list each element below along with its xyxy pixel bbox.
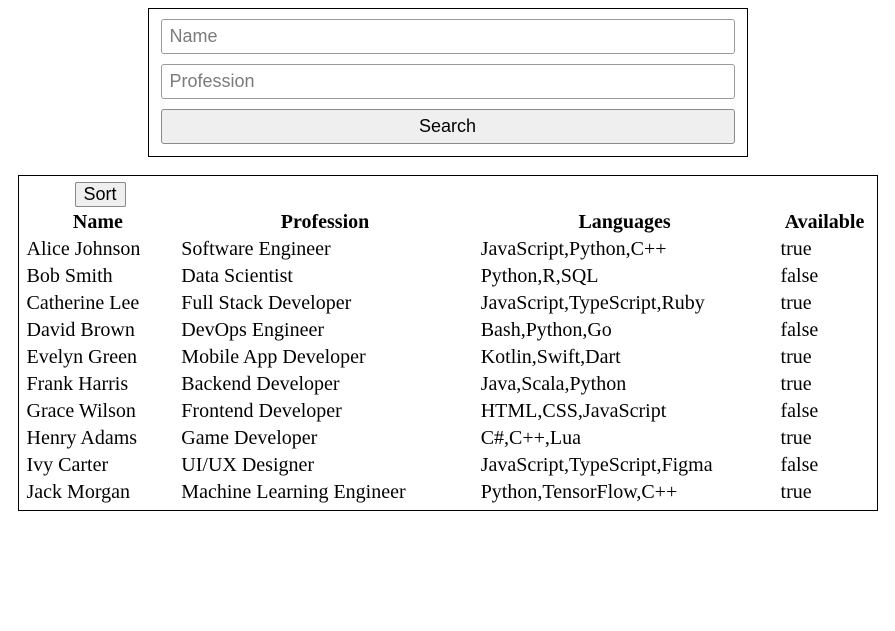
name-input[interactable] <box>161 19 735 54</box>
header-profession: Profession <box>175 209 474 236</box>
table-row: Frank HarrisBackend DeveloperJava,Scala,… <box>21 371 875 398</box>
cell-available: true <box>775 236 875 263</box>
table-row: Alice JohnsonSoftware EngineerJavaScript… <box>21 236 875 263</box>
cell-languages: JavaScript,TypeScript,Ruby <box>475 290 775 317</box>
cell-available: false <box>775 452 875 479</box>
cell-available: false <box>775 398 875 425</box>
table-row: Evelyn GreenMobile App DeveloperKotlin,S… <box>21 344 875 371</box>
cell-profession: DevOps Engineer <box>175 317 474 344</box>
cell-name: Alice Johnson <box>21 236 176 263</box>
cell-name: Henry Adams <box>21 425 176 452</box>
cell-name: Grace Wilson <box>21 398 176 425</box>
table-row: David BrownDevOps EngineerBash,Python,Go… <box>21 317 875 344</box>
cell-name: Bob Smith <box>21 263 176 290</box>
cell-available: true <box>775 425 875 452</box>
cell-languages: JavaScript,Python,C++ <box>475 236 775 263</box>
header-name: Name <box>21 209 176 236</box>
cell-languages: Kotlin,Swift,Dart <box>475 344 775 371</box>
cell-name: Evelyn Green <box>21 344 176 371</box>
table-row: Jack MorganMachine Learning EngineerPyth… <box>21 479 875 506</box>
cell-available: true <box>775 344 875 371</box>
cell-name: Catherine Lee <box>21 290 176 317</box>
cell-name: Ivy Carter <box>21 452 176 479</box>
results-table: Name Profession Languages Available Alic… <box>21 209 875 506</box>
table-row: Henry AdamsGame DeveloperC#,C++,Luatrue <box>21 425 875 452</box>
cell-name: David Brown <box>21 317 176 344</box>
cell-languages: HTML,CSS,JavaScript <box>475 398 775 425</box>
cell-languages: Bash,Python,Go <box>475 317 775 344</box>
cell-profession: Frontend Developer <box>175 398 474 425</box>
search-button[interactable]: Search <box>161 109 735 144</box>
cell-profession: Mobile App Developer <box>175 344 474 371</box>
cell-profession: Full Stack Developer <box>175 290 474 317</box>
cell-profession: Machine Learning Engineer <box>175 479 474 506</box>
table-row: Grace WilsonFrontend DeveloperHTML,CSS,J… <box>21 398 875 425</box>
results-panel: Sort Name Profession Languages Available… <box>18 175 878 511</box>
cell-languages: Java,Scala,Python <box>475 371 775 398</box>
cell-languages: JavaScript,TypeScript,Figma <box>475 452 775 479</box>
cell-available: false <box>775 263 875 290</box>
profession-input[interactable] <box>161 64 735 99</box>
cell-profession: Game Developer <box>175 425 474 452</box>
cell-available: false <box>775 317 875 344</box>
cell-profession: Backend Developer <box>175 371 474 398</box>
cell-name: Jack Morgan <box>21 479 176 506</box>
cell-languages: Python,R,SQL <box>475 263 775 290</box>
cell-available: true <box>775 371 875 398</box>
cell-available: true <box>775 479 875 506</box>
sort-button[interactable]: Sort <box>75 182 126 207</box>
table-row: Ivy CarterUI/UX DesignerJavaScript,TypeS… <box>21 452 875 479</box>
search-panel: Search <box>148 8 748 157</box>
header-available: Available <box>775 209 875 236</box>
table-row: Catherine LeeFull Stack DeveloperJavaScr… <box>21 290 875 317</box>
cell-name: Frank Harris <box>21 371 176 398</box>
cell-profession: Data Scientist <box>175 263 474 290</box>
cell-available: true <box>775 290 875 317</box>
cell-profession: UI/UX Designer <box>175 452 474 479</box>
table-row: Bob SmithData ScientistPython,R,SQLfalse <box>21 263 875 290</box>
header-languages: Languages <box>475 209 775 236</box>
cell-profession: Software Engineer <box>175 236 474 263</box>
cell-languages: Python,TensorFlow,C++ <box>475 479 775 506</box>
cell-languages: C#,C++,Lua <box>475 425 775 452</box>
